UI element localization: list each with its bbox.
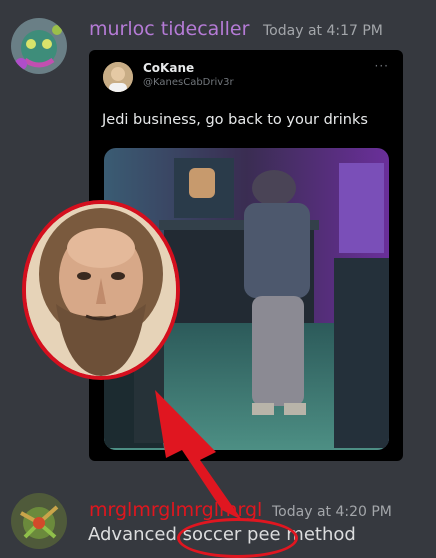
timestamp: Today at 4:20 PM (272, 504, 392, 520)
tweet-author-name[interactable]: CoKane (143, 61, 194, 75)
tweet-author-handle[interactable]: @KanesCabDriv3r (143, 77, 234, 88)
highlight-circle (177, 518, 298, 558)
tweet-author-avatar[interactable] (103, 62, 133, 92)
bearded-philosopher-portrait-icon (26, 204, 176, 376)
more-horizontal-icon[interactable]: ··· (375, 59, 389, 73)
avatar[interactable] (11, 18, 67, 74)
bearded-philosopher-portrait (22, 200, 180, 380)
tweet-text: Jedi business, go back to your drinks (102, 112, 368, 128)
plant-creature-avatar-icon (11, 493, 67, 549)
username[interactable]: murloc tidecaller (89, 18, 249, 40)
avatar[interactable] (11, 493, 67, 549)
timestamp: Today at 4:17 PM (263, 23, 383, 39)
murloc-avatar-icon (11, 18, 67, 74)
person-avatar-icon (103, 62, 133, 92)
